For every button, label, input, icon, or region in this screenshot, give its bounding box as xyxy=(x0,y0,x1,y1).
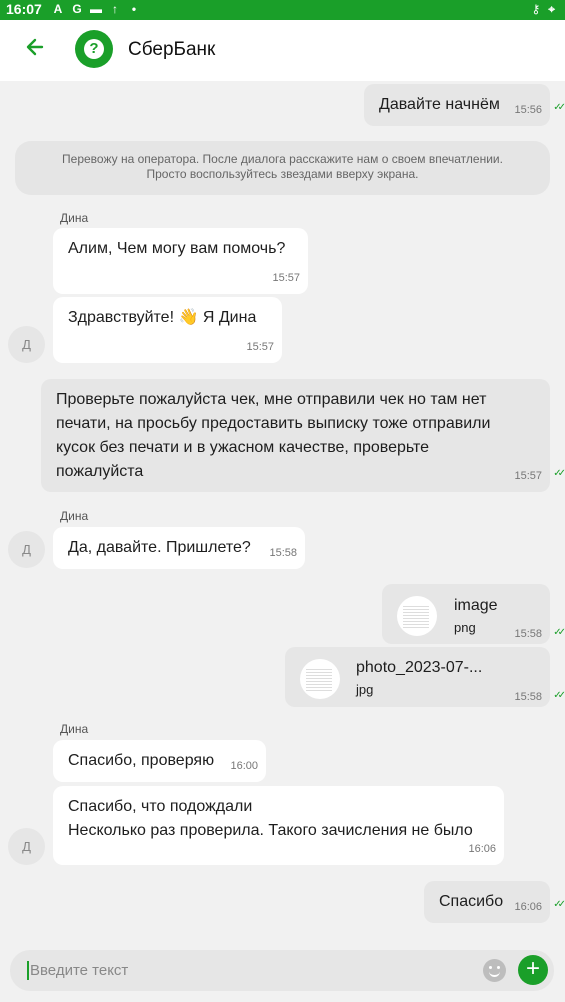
message-time: 15:58 xyxy=(269,547,297,559)
message-text-line: печати, на просьбу предоставить выписку … xyxy=(56,415,491,432)
message-icon: ▬ xyxy=(90,2,102,16)
location-icon: ⌖ xyxy=(548,2,555,16)
operator-avatar: Д xyxy=(8,828,45,865)
status-time: 16:07 xyxy=(6,1,42,17)
file-thumbnail xyxy=(397,596,437,636)
system-notice-line: Перевожу на оператора. После диалога рас… xyxy=(62,152,503,166)
chat-title: СберБанк xyxy=(128,39,216,60)
file-name: image xyxy=(454,597,498,614)
file-extension: jpg xyxy=(356,682,374,697)
text-cursor xyxy=(27,961,29,980)
message-text-line: кусок без печати и в ужасном качестве, п… xyxy=(56,439,430,456)
message-time: 15:58 xyxy=(514,628,542,640)
file-attachment[interactable]: image png 15:58 ✓✓ xyxy=(382,584,565,644)
message-text: Здравствуйте! 👋 Я Дина xyxy=(68,309,257,326)
message-time: 15:56 xyxy=(514,104,542,116)
message-time: 15:58 xyxy=(514,691,542,703)
message-time: 15:57 xyxy=(272,272,300,284)
file-thumbnail xyxy=(300,659,340,699)
read-check-icon: ✓✓ xyxy=(553,102,565,113)
incoming-message[interactable]: Здравствуйте! 👋 Я Дина 15:57 xyxy=(53,297,282,363)
add-attachment-button[interactable]: + xyxy=(518,955,548,985)
status-right-icons: ⚷ ⌖ xyxy=(531,2,555,17)
message-input-bar: Введите текст + xyxy=(10,950,554,991)
message-input[interactable]: Введите текст xyxy=(30,962,128,979)
back-arrow-icon[interactable] xyxy=(20,32,50,62)
file-extension: png xyxy=(454,620,476,635)
chat-header: ? СберБанк xyxy=(0,20,565,81)
message-text: Спасибо, проверяю xyxy=(68,752,215,769)
message-text: Алим, Чем могу вам помочь? xyxy=(68,240,286,257)
sender-name: Дина xyxy=(60,722,89,736)
sberbank-logo: ? xyxy=(75,30,113,68)
message-text-line: Спасибо, что подождали xyxy=(68,798,253,815)
system-notice-line: Просто воспользуйтесь звездами вверху эк… xyxy=(146,167,419,181)
message-text-line: пожалуйста xyxy=(56,463,144,480)
incoming-message[interactable]: Алим, Чем могу вам помочь? 15:57 xyxy=(53,228,308,294)
read-check-icon: ✓✓ xyxy=(553,690,565,701)
read-check-icon: ✓✓ xyxy=(553,627,565,638)
system-notice: Перевожу на оператора. После диалога рас… xyxy=(15,141,550,195)
question-icon: ? xyxy=(84,39,104,59)
message-text: Да, давайте. Пришлете? xyxy=(68,539,251,556)
sender-name: Дина xyxy=(60,211,89,225)
file-name: photo_2023-07-... xyxy=(356,659,483,676)
notification-icon: A xyxy=(53,2,63,16)
emoji-icon[interactable] xyxy=(483,959,506,982)
file-attachment[interactable]: photo_2023-07-... jpg 15:58 ✓✓ xyxy=(285,647,565,707)
outgoing-message[interactable]: Давайте начнём 15:56 ✓✓ xyxy=(364,84,565,126)
message-text: Спасибо xyxy=(439,893,504,910)
message-time: 16:06 xyxy=(468,843,496,855)
operator-avatar: Д xyxy=(8,326,45,363)
outgoing-message[interactable]: Спасибо 16:06 ✓✓ xyxy=(424,881,565,923)
message-text: Давайте начнём xyxy=(379,96,500,113)
google-icon: G xyxy=(72,2,82,16)
read-check-icon: ✓✓ xyxy=(553,468,565,479)
message-time: 15:57 xyxy=(514,470,542,482)
key-icon: ⚷ xyxy=(531,2,541,16)
status-bar: 16:07 A G ▬ ↑ • ⚷ ⌖ xyxy=(0,0,565,20)
signal-icon: ↑ xyxy=(112,2,118,16)
dot-icon: • xyxy=(131,2,137,16)
read-check-icon: ✓✓ xyxy=(553,899,565,910)
operator-avatar: Д xyxy=(8,531,45,568)
message-time: 15:57 xyxy=(246,341,274,353)
message-time: 16:00 xyxy=(230,760,258,772)
message-text-line: Проверьте пожалуйста чек, мне отправили … xyxy=(56,391,487,408)
message-time: 16:06 xyxy=(514,901,542,913)
incoming-message[interactable]: Спасибо, проверяю 16:00 xyxy=(53,740,266,782)
status-icons: A G ▬ ↑ • xyxy=(52,2,140,16)
sender-name: Дина xyxy=(60,509,89,523)
message-text-line: Несколько раз проверила. Такого зачислен… xyxy=(68,822,473,839)
incoming-message[interactable]: Спасибо, что подождали Несколько раз про… xyxy=(53,786,504,865)
outgoing-message[interactable]: Проверьте пожалуйста чек, мне отправили … xyxy=(41,379,565,492)
incoming-message[interactable]: Да, давайте. Пришлете? 15:58 xyxy=(53,527,305,569)
